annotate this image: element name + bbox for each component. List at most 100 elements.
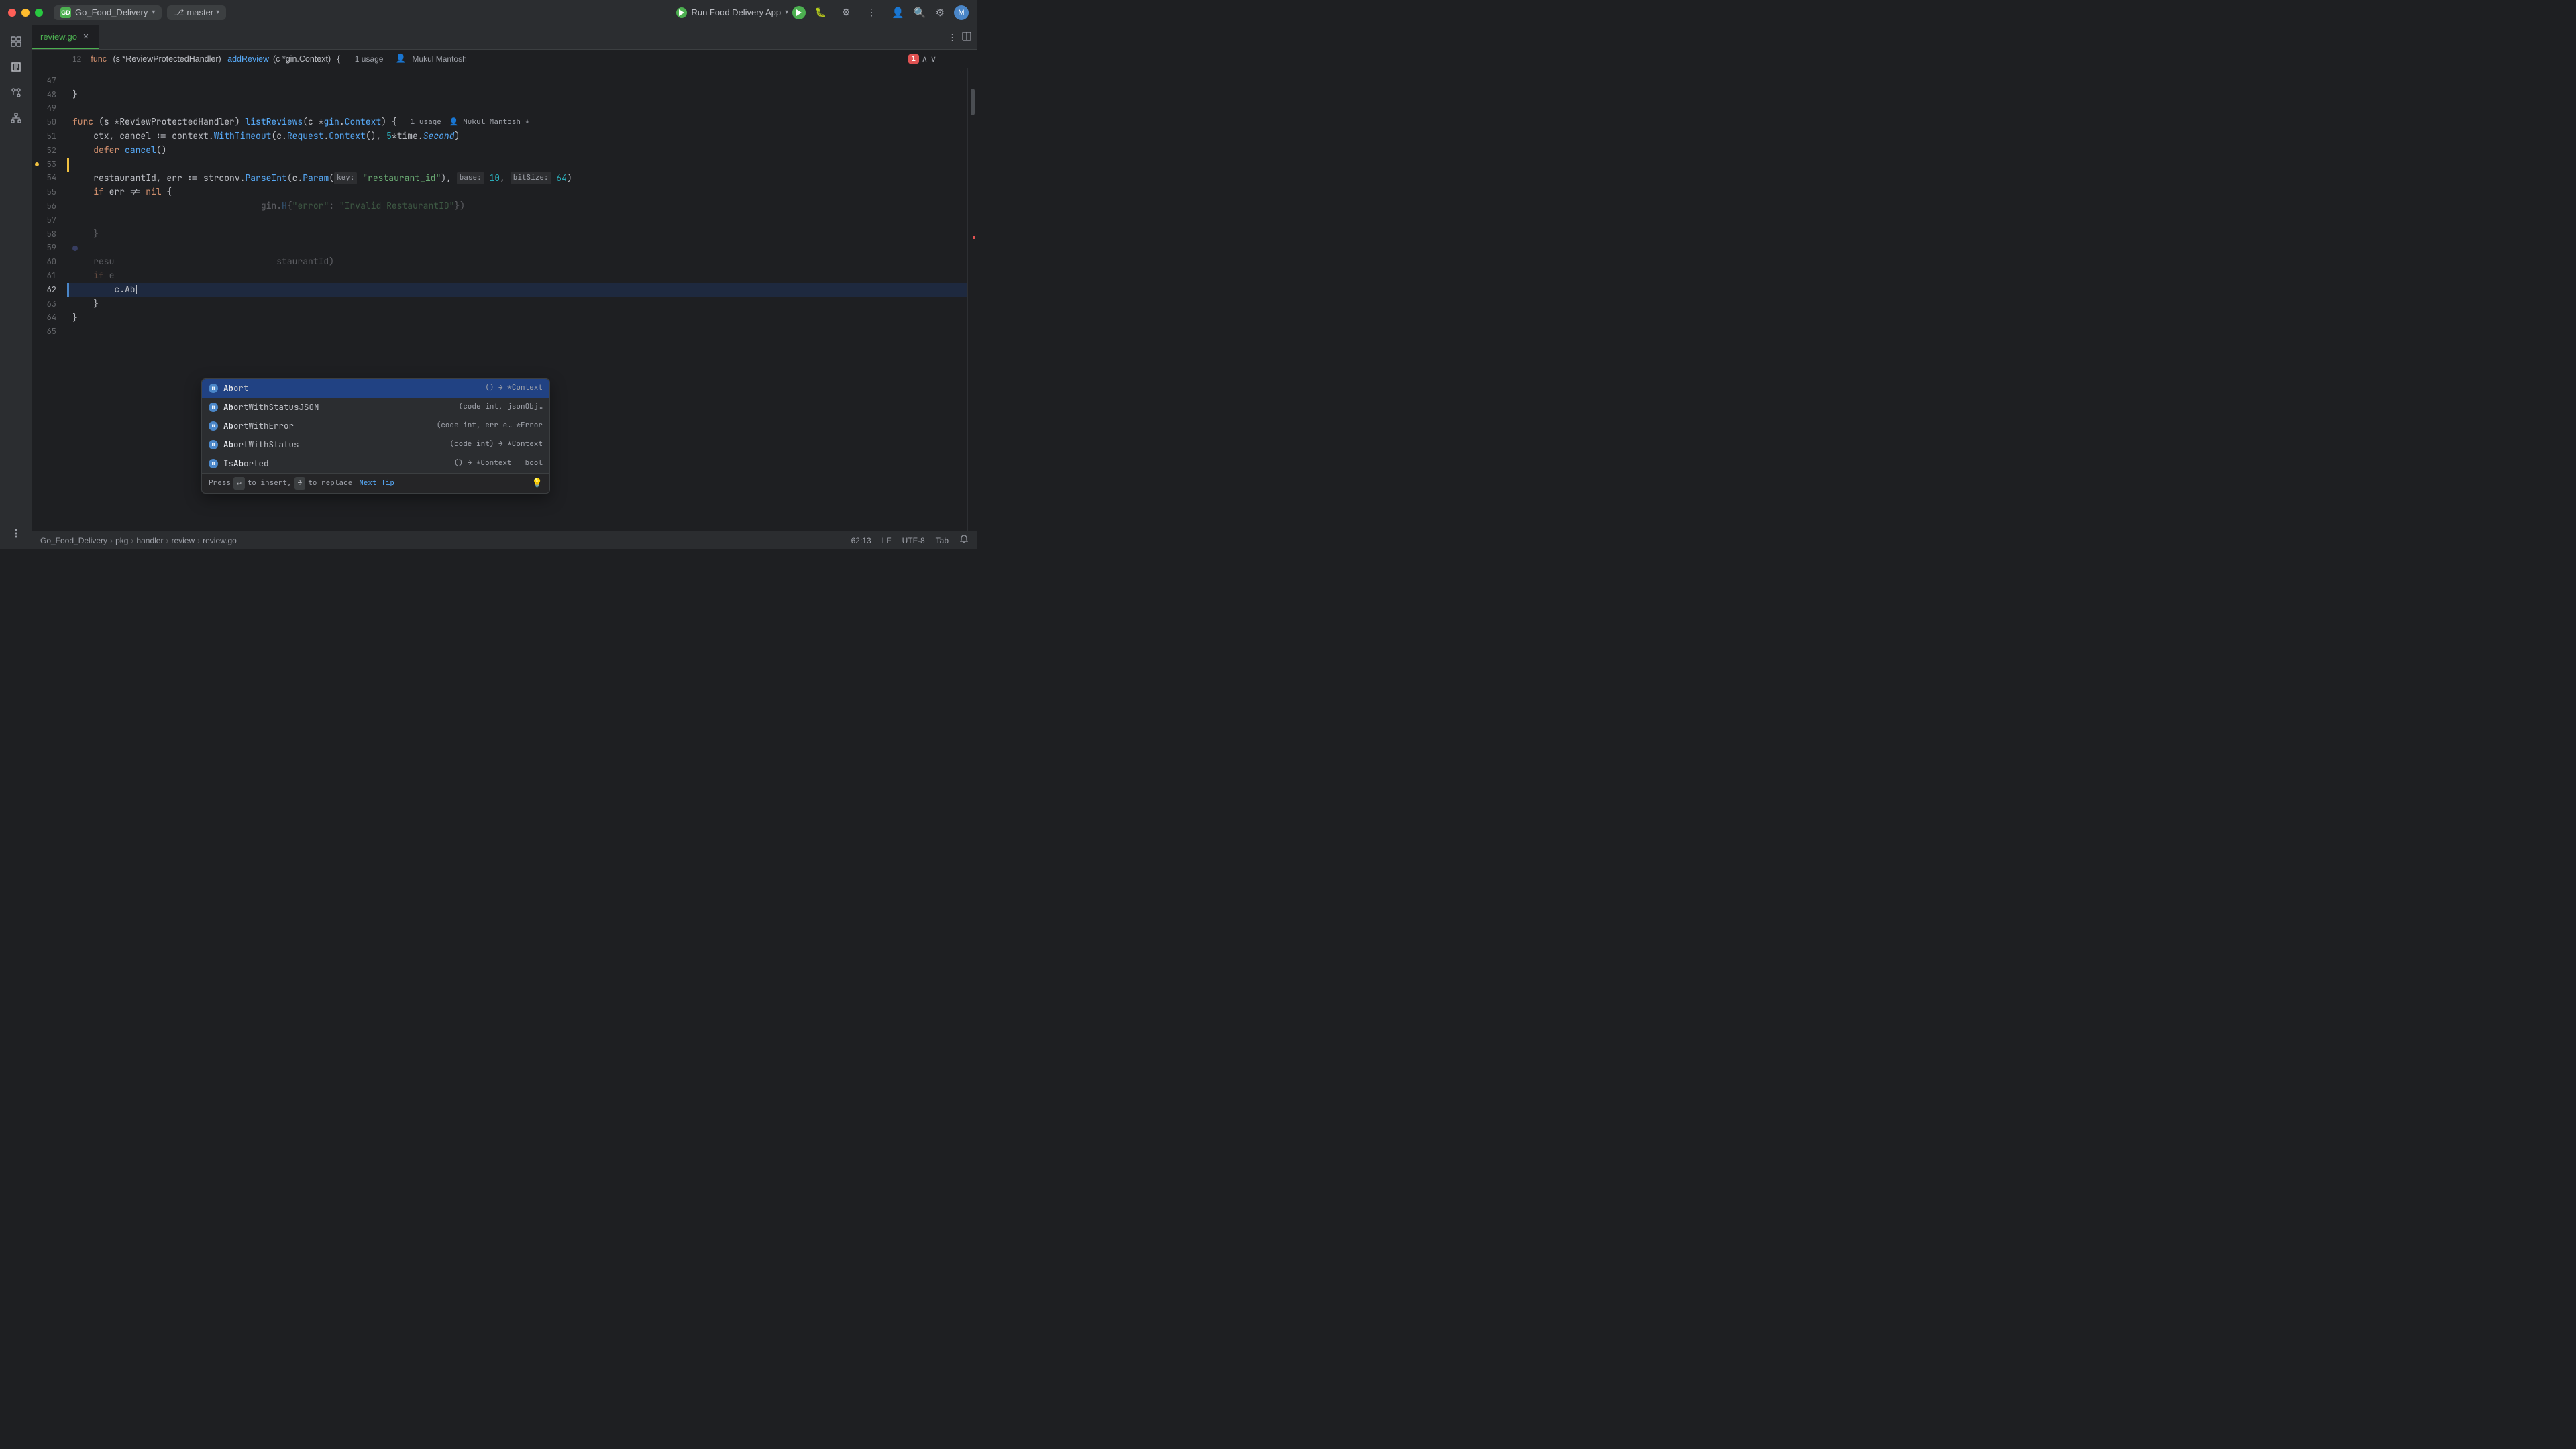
run-config-chevron-icon: ▾ <box>785 9 788 16</box>
more-tools-icon[interactable] <box>5 523 27 544</box>
code-line-55: if err != nil { <box>67 185 967 199</box>
tab-filename: review.go <box>40 32 77 42</box>
right-gutter <box>967 68 977 531</box>
maximize-button[interactable] <box>35 9 43 17</box>
autocomplete-item-abort[interactable]: m Abort () → *Context <box>202 379 549 398</box>
breadcrumb-file[interactable]: review.go <box>203 536 237 545</box>
run-config-name[interactable]: Run Food Delivery App ▾ <box>676 7 788 18</box>
breadcrumb-pkg[interactable]: pkg <box>115 536 128 545</box>
ac-footer-replace-label: to replace <box>308 478 352 490</box>
code-line-65 <box>67 325 967 339</box>
project-chevron-icon: ▾ <box>152 9 155 16</box>
ac-item-text-5: IsAborted <box>223 457 449 470</box>
titlebar: GD Go_Food_Delivery ▾ ⎇ master ▾ Run Foo… <box>0 0 977 25</box>
breadcrumb-sep-1: › <box>110 536 113 545</box>
line-num-53: 53 <box>32 158 67 172</box>
fh-scroll-down-icon[interactable]: ∨ <box>930 54 936 64</box>
run-button[interactable] <box>792 6 806 19</box>
line-num-62: 62 <box>32 283 67 297</box>
activity-bar <box>0 25 32 549</box>
status-indent[interactable]: Tab <box>936 536 949 545</box>
ac-item-text: Abort <box>223 382 480 395</box>
more-options-icon[interactable]: ⋮ <box>861 2 882 23</box>
settings-gear-icon[interactable]: ⚙ <box>936 7 945 19</box>
line-numbers: 47 48 49 50 51 52 53 54 55 56 57 58 59 6… <box>32 68 67 531</box>
code-line-63: } <box>67 297 967 311</box>
status-encoding[interactable]: LF <box>882 536 892 545</box>
account-icon[interactable]: 👤 <box>892 7 904 19</box>
line-num-58: 58 <box>32 227 67 241</box>
code-line-62[interactable]: c.Ab <box>67 283 967 297</box>
breadcrumb-review[interactable]: review <box>171 536 195 545</box>
autocomplete-item-abortwithderror[interactable]: m AbortWithError (code int, err e… *Erro… <box>202 417 549 435</box>
tab-review-go[interactable]: review.go ✕ <box>32 25 99 49</box>
file-explorer-icon[interactable] <box>5 31 27 52</box>
fh-author: Mukul Mantosh <box>410 54 467 64</box>
close-button[interactable] <box>8 9 16 17</box>
line-num-60: 60 <box>32 255 67 269</box>
line-num-47: 47 <box>32 74 67 88</box>
titlebar-actions: 👤 🔍 ⚙ M <box>892 5 969 20</box>
status-charset[interactable]: UTF-8 <box>902 536 925 545</box>
function-header: 12 func (s *ReviewProtectedHandler) addR… <box>32 50 977 68</box>
traffic-lights <box>8 9 43 17</box>
ac-method-icon-5: m <box>209 459 218 468</box>
line-num-50: 50 <box>32 115 67 129</box>
fh-scroll-up-icon[interactable]: ∧ <box>922 54 928 64</box>
project-selector[interactable]: GD Go_Food_Delivery ▾ <box>54 5 162 20</box>
code-line-52: defer cancel() <box>67 144 967 158</box>
user-avatar[interactable]: M <box>954 5 969 20</box>
line-num-64: 64 <box>32 311 67 325</box>
fh-receiver: (s *ReviewProtectedHandler) <box>111 54 223 64</box>
status-position[interactable]: 62:13 <box>851 536 871 545</box>
ac-item-signature-2: (code int, jsonObj… <box>459 401 543 413</box>
project-name: Go_Food_Delivery <box>75 7 148 17</box>
ac-footer-text: Press <box>209 478 231 490</box>
scrollbar-thumb[interactable] <box>971 89 975 115</box>
settings-icon[interactable]: ⚙ <box>835 2 857 23</box>
code-line-59 <box>67 241 967 256</box>
breadcrumb-project[interactable]: Go_Food_Delivery <box>40 536 107 545</box>
structure-icon[interactable] <box>5 107 27 129</box>
code-line-54: restaurantId, err := strconv.ParseInt(c.… <box>67 172 967 186</box>
code-line-58: } <box>67 227 967 241</box>
minimize-button[interactable] <box>21 9 30 17</box>
line-num-65: 65 <box>32 325 67 339</box>
ac-method-icon-4: m <box>209 440 218 449</box>
code-line-56: gin.H{"error": "Invalid RestaurantID"}) <box>67 199 967 213</box>
debug-icon[interactable]: 🐛 <box>810 2 831 23</box>
tab-close-icon[interactable]: ✕ <box>81 32 91 42</box>
breadcrumb-sep-2: › <box>131 536 133 545</box>
code-content[interactable]: } func (s *ReviewProtectedHandler) listR… <box>67 68 967 531</box>
ac-item-signature-3: (code int, err e… *Error <box>437 420 543 432</box>
ac-method-icon-2: m <box>209 402 218 412</box>
status-notifications-icon[interactable] <box>959 535 969 546</box>
code-line-64: } <box>67 311 967 325</box>
fh-line-number: 12 <box>72 54 81 64</box>
autocomplete-item-isaborted[interactable]: m IsAborted () → *Context bool <box>202 454 549 473</box>
code-editor[interactable]: 47 48 49 50 51 52 53 54 55 56 57 58 59 6… <box>32 68 977 531</box>
ac-item-text-2: AbortWithStatusJSON <box>223 400 453 414</box>
ac-tab-key: → <box>294 477 306 490</box>
next-tip-link[interactable]: Next Tip <box>359 478 394 490</box>
ac-item-signature: () → *Context <box>485 382 543 394</box>
fh-funcname: addReview <box>227 54 269 64</box>
branch-selector[interactable]: ⎇ master ▾ <box>167 5 226 20</box>
autocomplete-dropdown[interactable]: m Abort () → *Context m AbortWithStatusJ… <box>201 378 550 494</box>
ac-item-signature-4: (code int) → *Context <box>449 439 543 451</box>
tab-more-icon[interactable]: ⋮ <box>948 32 957 43</box>
editor-icon[interactable] <box>5 56 27 78</box>
search-icon[interactable]: 🔍 <box>914 7 926 19</box>
line-num-48: 48 <box>32 88 67 102</box>
git-icon[interactable] <box>5 82 27 103</box>
autocomplete-item-abortwithstatusjson[interactable]: m AbortWithStatusJSON (code int, jsonObj… <box>202 398 549 417</box>
code-line-48: } <box>67 88 967 102</box>
ac-method-icon: m <box>209 384 218 393</box>
breadcrumb-handler[interactable]: handler <box>136 536 163 545</box>
editor-area: review.go ✕ ⋮ 12 func (s *ReviewProtecte… <box>32 25 977 549</box>
line-num-55: 55 <box>32 185 67 199</box>
split-editor-icon[interactable] <box>962 32 971 43</box>
autocomplete-item-abortwithstatus[interactable]: m AbortWithStatus (code int) → *Context <box>202 435 549 454</box>
code-line-50: func (s *ReviewProtectedHandler) listRev… <box>67 115 967 129</box>
code-line-53 <box>67 158 967 172</box>
